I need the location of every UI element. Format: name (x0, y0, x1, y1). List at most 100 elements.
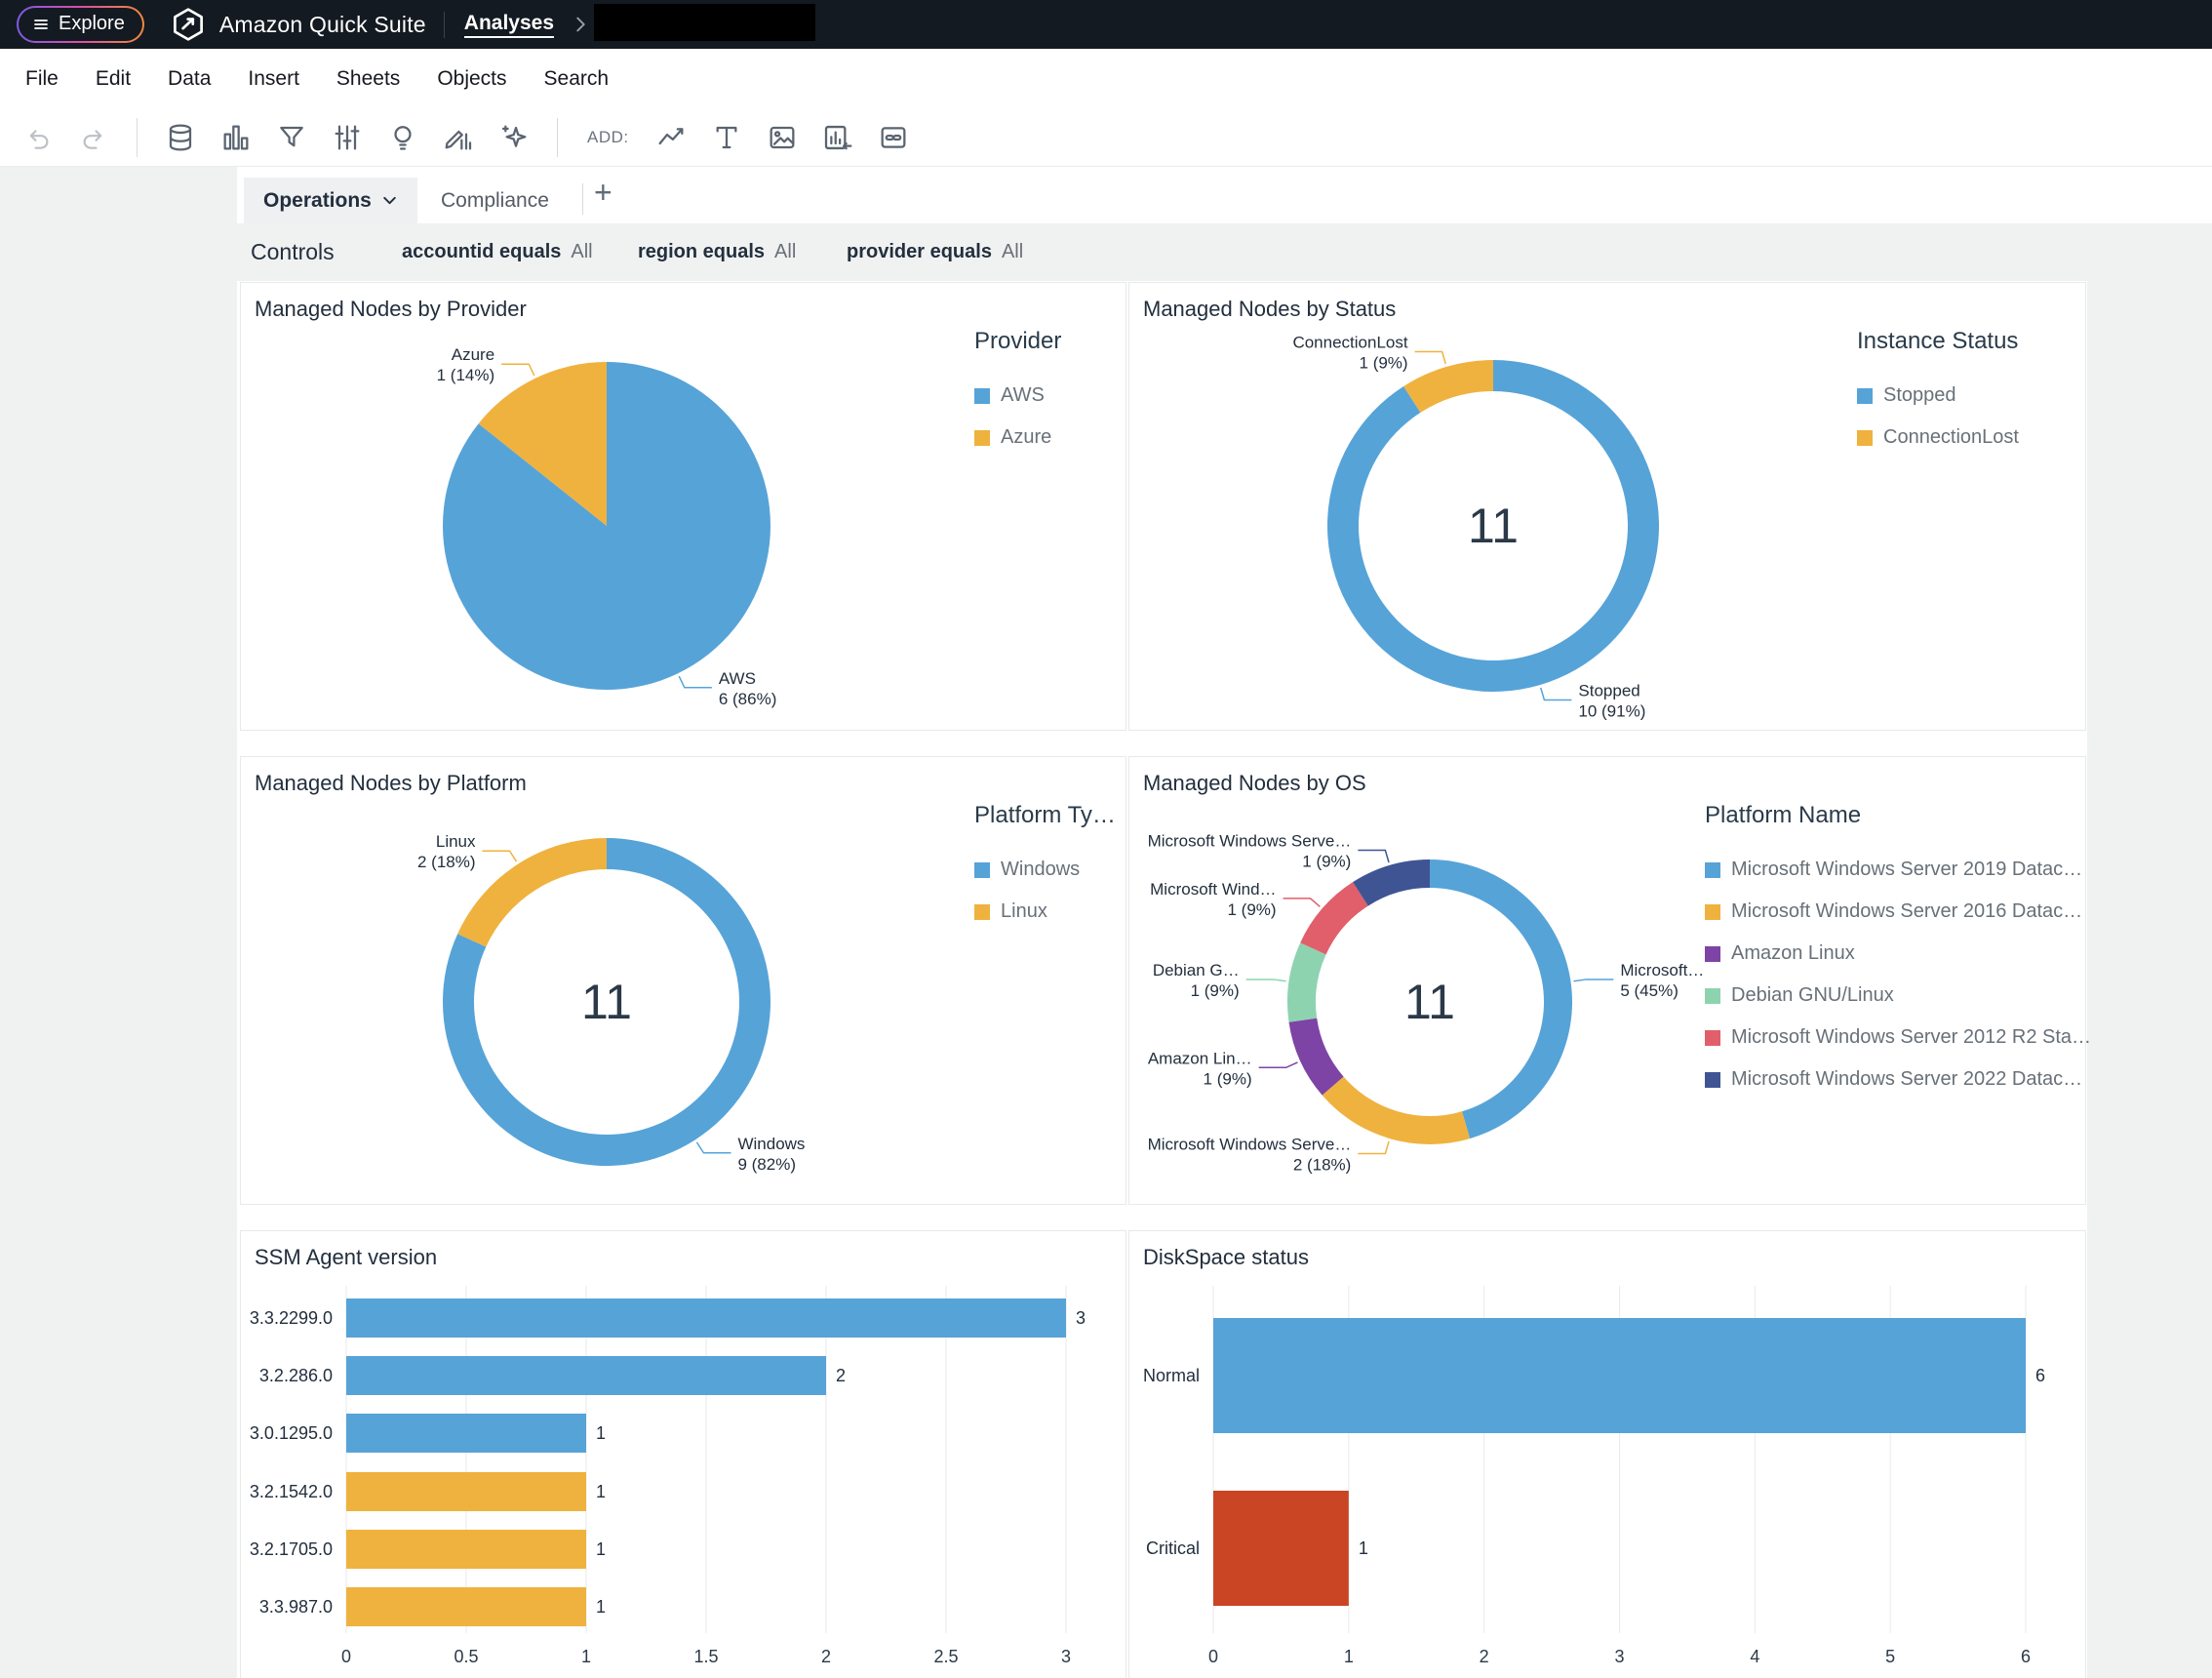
visual-card-nodes-by-os[interactable]: Managed Nodes by OS Microsoft…5 (45%)Mic… (1128, 756, 2086, 1205)
menu-item-insert[interactable]: Insert (248, 67, 299, 91)
add-embed-icon[interactable] (875, 119, 912, 156)
bar[interactable] (346, 1530, 586, 1569)
bar[interactable] (346, 1587, 586, 1626)
bar[interactable] (1213, 1491, 1349, 1606)
menu-item-data[interactable]: Data (168, 67, 211, 91)
legend-item[interactable]: Windows (974, 859, 1116, 881)
legend-item[interactable]: Microsoft Windows Server 2019 Datac… (1705, 859, 2091, 881)
add-sheet-button[interactable]: + (594, 175, 612, 211)
tab-compliance[interactable]: Compliance (423, 178, 567, 223)
add-image-icon[interactable] (764, 119, 801, 156)
visual-types-icon[interactable] (217, 119, 255, 156)
x-axis-tick: 3 (1061, 1647, 1071, 1666)
redo-button[interactable] (75, 119, 112, 156)
bar[interactable] (346, 1356, 826, 1395)
menu-item-objects[interactable]: Objects (437, 67, 506, 91)
visual-card-ssm-agent-version[interactable]: SSM Agent version 00.511.522.533.3.2299.… (240, 1230, 1126, 1678)
slice-label: Azure (452, 345, 494, 364)
chart-slice[interactable] (1287, 942, 1326, 1021)
value-label: 2 (836, 1366, 846, 1385)
legend-label: Microsoft Windows Server 2012 R2 Sta… (1731, 1026, 2091, 1049)
legend-item[interactable]: Amazon Linux (1705, 942, 2091, 965)
legend-swatch (1705, 1072, 1720, 1088)
slice-value: 9 (82%) (737, 1155, 796, 1174)
callout-line (483, 851, 517, 861)
q-sparkle-icon[interactable] (495, 119, 533, 156)
category-label: 3.2.1542.0 (250, 1482, 333, 1501)
legend-swatch (1705, 862, 1720, 878)
ssm-agent-bar-chart[interactable]: 00.511.522.533.3.2299.033.2.286.023.0.12… (241, 1231, 1127, 1678)
legend: Platform Name Microsoft Windows Server 2… (1705, 802, 2091, 1110)
tab-operations[interactable]: Operations (244, 178, 417, 223)
add-custom-visual-icon[interactable] (819, 119, 856, 156)
legend-item[interactable]: AWS (974, 384, 1061, 407)
x-axis-tick: 1 (1344, 1647, 1354, 1666)
legend-item[interactable]: Stopped (1857, 384, 2019, 407)
calculated-field-icon[interactable] (440, 119, 477, 156)
legend-item[interactable]: Microsoft Windows Server 2012 R2 Sta… (1705, 1026, 2091, 1049)
slice-value: 1 (9%) (1227, 900, 1276, 919)
redacted-analysis-name (594, 4, 815, 41)
bar[interactable] (346, 1414, 586, 1453)
chart-slice[interactable] (1300, 882, 1368, 954)
callout-line (679, 676, 712, 688)
chart-slice[interactable] (1353, 859, 1430, 906)
value-label: 1 (596, 1482, 606, 1501)
explore-button[interactable]: Explore (17, 6, 144, 43)
diskspace-bar-chart[interactable]: 0123456Normal6Critical1 (1129, 1231, 2087, 1678)
callout-line (1259, 1062, 1298, 1067)
category-label: 3.3.987.0 (259, 1597, 333, 1617)
category-label: Critical (1146, 1538, 1200, 1558)
legend-label: Azure (1001, 426, 1051, 449)
legend-item[interactable]: Azure (974, 426, 1061, 449)
add-line-visual-icon[interactable] (652, 119, 690, 156)
legend-item[interactable]: Linux (974, 900, 1116, 923)
insights-lightbulb-icon[interactable] (384, 119, 421, 156)
bar[interactable] (346, 1298, 1066, 1338)
bar[interactable] (346, 1472, 586, 1511)
legend-label: Linux (1001, 900, 1047, 923)
slice-label: Microsoft Windows Serve… (1148, 832, 1352, 851)
menu-item-sheets[interactable]: Sheets (336, 67, 400, 91)
app-window: Explore Amazon Quick Suite Analyses Bl F… (0, 0, 2212, 1678)
slice-label: Linux (436, 832, 476, 851)
menu-item-search[interactable]: Search (544, 67, 610, 91)
chart-slice[interactable] (457, 838, 607, 947)
menu-item-file[interactable]: File (25, 67, 59, 91)
legend-item[interactable]: Microsoft Windows Server 2016 Datac… (1705, 900, 2091, 923)
legend-swatch (1705, 946, 1720, 962)
legend-item[interactable]: Debian GNU/Linux (1705, 984, 2091, 1007)
legend-item[interactable]: Microsoft Windows Server 2022 Datac… (1705, 1068, 2091, 1091)
app-title: Amazon Quick Suite (219, 12, 426, 38)
filter-icon[interactable] (273, 119, 310, 156)
value-label: 1 (596, 1423, 606, 1443)
visual-card-nodes-by-provider[interactable]: Managed Nodes by Provider AWS6 (86%)Azur… (240, 282, 1126, 731)
dataset-icon[interactable] (162, 119, 199, 156)
add-text-box-icon[interactable] (708, 119, 745, 156)
breadcrumb-analyses-link[interactable]: Analyses (464, 12, 554, 38)
legend-label: Microsoft Windows Server 2022 Datac… (1731, 1068, 2082, 1091)
control-provider[interactable]: provider equals All (847, 241, 1023, 263)
legend-label: Microsoft Windows Server 2019 Datac… (1731, 859, 2082, 881)
chart-slice[interactable] (1403, 360, 1493, 413)
visual-card-diskspace-status[interactable]: DiskSpace status 0123456Normal6Critical1 (1128, 1230, 2086, 1678)
bar[interactable] (1213, 1318, 2026, 1433)
legend-item[interactable]: ConnectionLost (1857, 426, 2019, 449)
hamburger-icon (32, 16, 50, 33)
control-accountid[interactable]: accountid equals All (402, 241, 593, 263)
undo-button[interactable] (20, 119, 57, 156)
chart-slice[interactable] (1288, 1019, 1343, 1096)
parameter-controls-icon[interactable] (329, 119, 366, 156)
control-region[interactable]: region equals All (638, 241, 796, 263)
legend-swatch (1705, 904, 1720, 920)
menu-item-edit[interactable]: Edit (96, 67, 131, 91)
slice-value: 2 (18%) (1293, 1155, 1352, 1174)
value-label: 1 (1359, 1538, 1368, 1558)
legend-swatch (1705, 988, 1720, 1004)
legend: Provider AWSAzure (974, 328, 1061, 468)
legend-swatch (974, 904, 990, 920)
visual-card-nodes-by-platform[interactable]: Managed Nodes by Platform Windows9 (82%)… (240, 756, 1126, 1205)
visual-card-nodes-by-status[interactable]: Managed Nodes by Status Stopped10 (91%)C… (1128, 282, 2086, 731)
slice-value: 1 (9%) (1302, 853, 1351, 871)
callout-line (501, 364, 534, 376)
